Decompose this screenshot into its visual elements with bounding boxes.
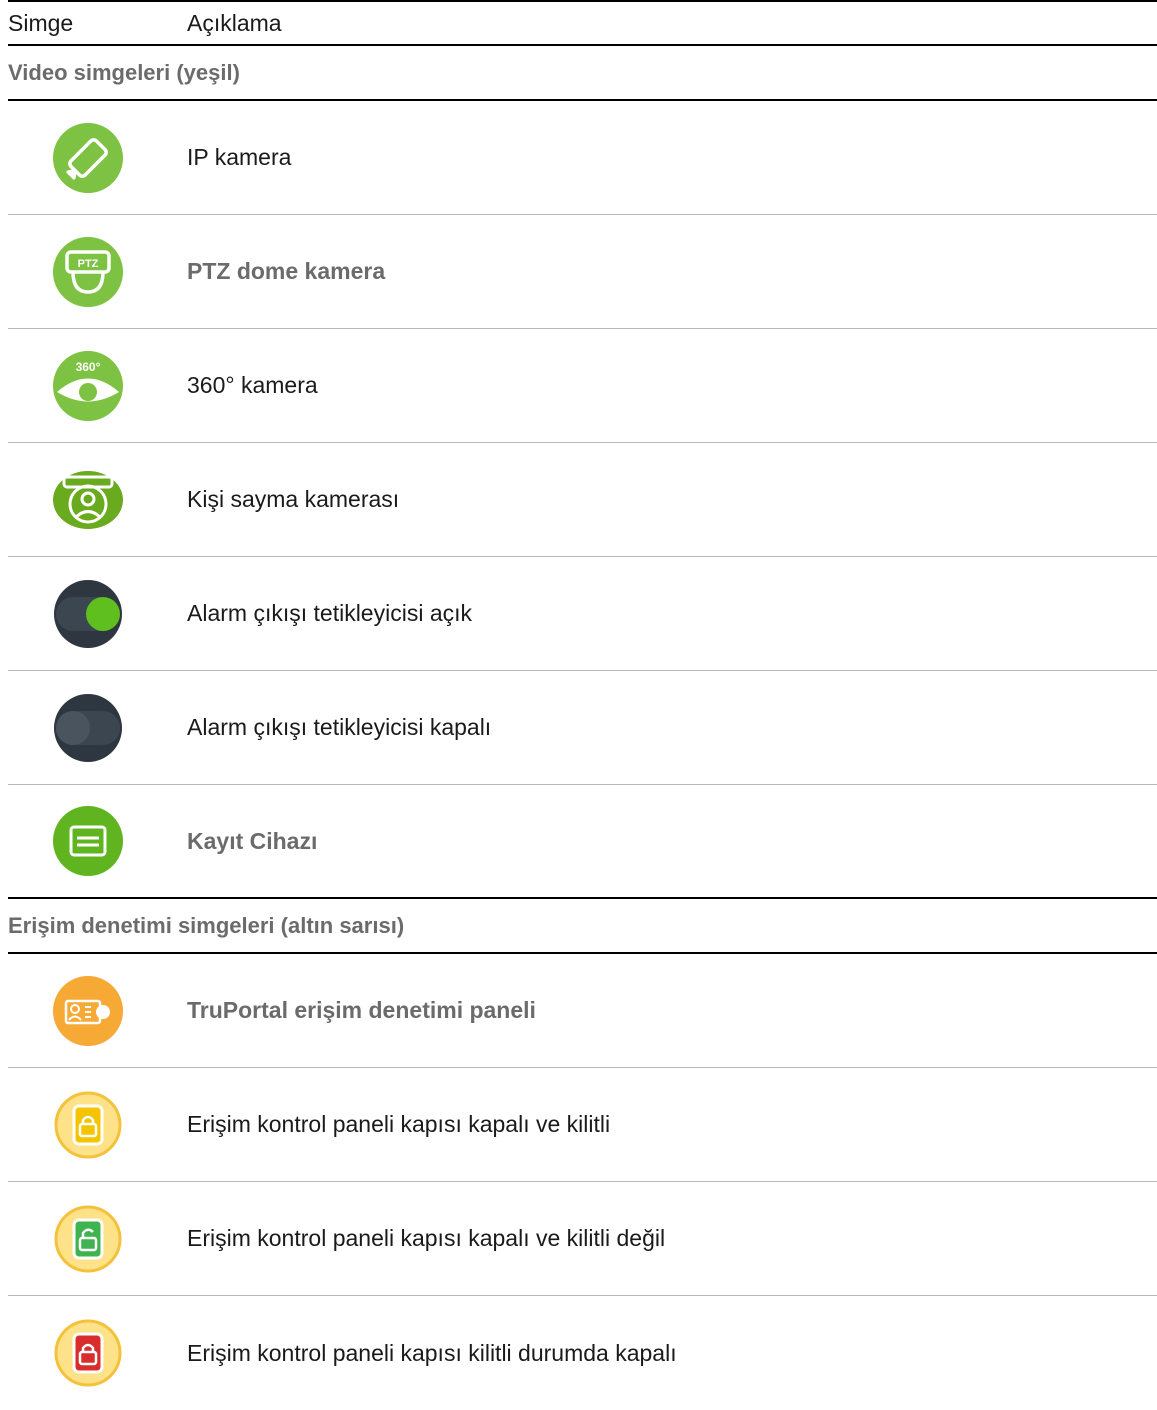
recorder-icon — [8, 806, 187, 876]
360-icon-label: 360° — [76, 360, 101, 374]
table-row: IP kamera — [8, 101, 1157, 215]
door-locked-icon — [8, 1090, 187, 1160]
row-description: Erişim kontrol paneli kapısı kilitli dur… — [187, 1339, 677, 1366]
row-description: Kayıt Cihazı — [187, 827, 318, 854]
table-row: Erişim kontrol paneli kapısı kilitli dur… — [8, 1296, 1157, 1410]
section-title-access: Erişim denetimi simgeleri (altın sarısı) — [8, 899, 1157, 954]
row-description: TruPortal erişim denetimi paneli — [187, 997, 536, 1023]
door-closed-locked-red-icon — [8, 1318, 187, 1388]
toggle-on-icon — [8, 579, 187, 649]
row-description: Alarm çıkışı tetikleyicisi açık — [187, 600, 472, 626]
table-header: Simge Açıklama — [8, 0, 1157, 46]
table-row: Erişim kontrol paneli kapısı kapalı ve k… — [8, 1182, 1157, 1296]
row-description: Erişim kontrol paneli kapısı kapalı ve k… — [187, 1225, 666, 1251]
people-counting-camera-icon — [8, 470, 187, 530]
360-camera-icon: 360° — [8, 350, 187, 421]
toggle-off-icon — [8, 693, 187, 763]
section-title-video: Video simgeleri (yeşil) — [8, 46, 1157, 101]
table-row: Erişim kontrol paneli kapısı kapalı ve k… — [8, 1068, 1157, 1182]
table-row: Alarm çıkışı tetikleyicisi açık — [8, 557, 1157, 671]
row-description: Erişim kontrol paneli kapısı kapalı ve k… — [187, 1111, 611, 1137]
table-row: Kayıt Cihazı — [8, 785, 1157, 899]
table-row: Kişi sayma kamerası — [8, 443, 1157, 557]
table-row: 360° 360° kamera — [8, 329, 1157, 443]
row-description: IP kamera — [187, 144, 292, 170]
ip-camera-icon — [8, 122, 187, 193]
row-description: 360° kamera — [187, 372, 318, 398]
icon-table: Simge Açıklama Video simgeleri (yeşil) I… — [8, 0, 1157, 1410]
row-description: PTZ dome kamera — [187, 258, 386, 284]
ptz-icon-label: PTZ — [78, 258, 99, 270]
header-description-column: Açıklama — [187, 9, 282, 36]
header-icon-column: Simge — [8, 9, 74, 36]
ptz-dome-camera-icon: PTZ — [8, 236, 187, 307]
row-description: Kişi sayma kamerası — [187, 486, 400, 512]
table-row: Alarm çıkışı tetikleyicisi kapalı — [8, 671, 1157, 785]
table-row: TruPortal erişim denetimi paneli — [8, 954, 1157, 1068]
row-description: Alarm çıkışı tetikleyicisi kapalı — [187, 714, 492, 740]
door-unlocked-icon — [8, 1204, 187, 1274]
access-panel-icon — [8, 975, 187, 1046]
table-row: PTZ PTZ dome kamera — [8, 215, 1157, 329]
